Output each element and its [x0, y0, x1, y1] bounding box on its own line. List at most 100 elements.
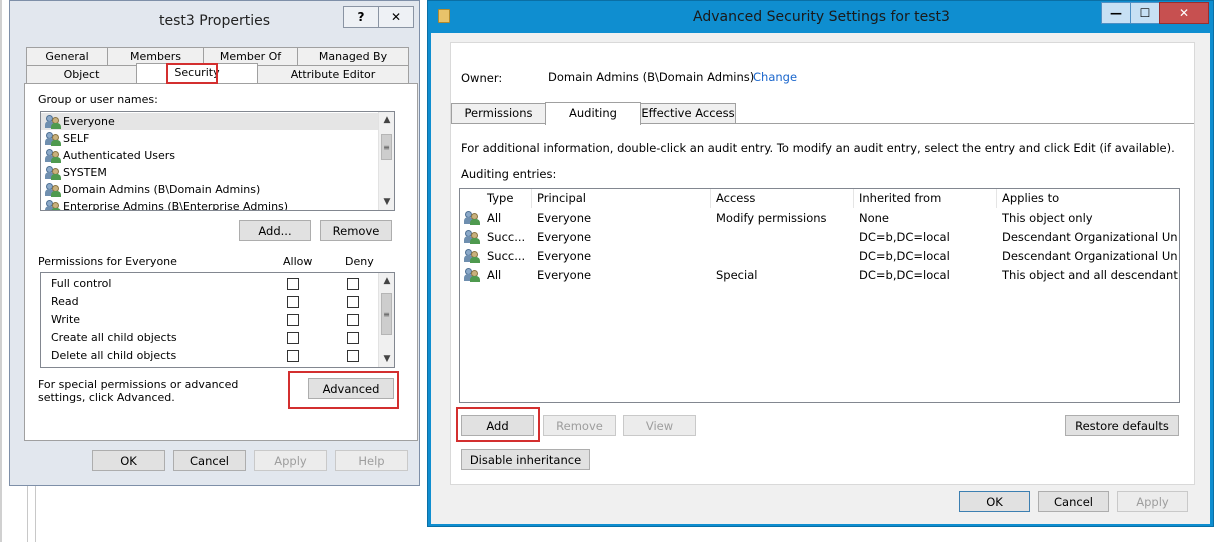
- cell-applies: Descendant Organizational Un...: [1002, 249, 1178, 263]
- permission-name: Write: [51, 313, 81, 326]
- cell-inherited: DC=b,DC=local: [859, 230, 950, 244]
- chevron-up-icon[interactable]: ▲: [379, 273, 394, 289]
- users-icon: [45, 166, 61, 180]
- cell-type: All: [487, 268, 502, 282]
- allow-checkbox[interactable]: [287, 350, 299, 362]
- allow-checkbox[interactable]: [287, 314, 299, 326]
- list-item[interactable]: Everyone: [41, 113, 378, 130]
- scrollbar[interactable]: ▲ ≡ ▼: [378, 112, 394, 210]
- apply-button[interactable]: Apply: [1117, 491, 1188, 512]
- cell-applies: This object only: [1002, 211, 1093, 225]
- tab-auditing[interactable]: Auditing: [545, 102, 641, 125]
- users-icon: [45, 200, 61, 210]
- deny-checkbox[interactable]: [347, 314, 359, 326]
- help-bottom-button[interactable]: Help: [335, 450, 408, 471]
- restore-defaults-button[interactable]: Restore defaults: [1065, 415, 1179, 436]
- scroll-thumb[interactable]: ≡: [381, 293, 392, 335]
- change-owner-link[interactable]: Change: [753, 70, 797, 84]
- special-permissions-text: For special permissions or advanced sett…: [38, 378, 239, 404]
- remove-user-button[interactable]: Remove: [320, 220, 392, 241]
- tab-general[interactable]: General: [26, 47, 108, 65]
- help-button[interactable]: ?: [343, 6, 379, 28]
- allow-checkbox[interactable]: [287, 278, 299, 290]
- column-header[interactable]: Principal: [532, 189, 711, 208]
- users-icon: [45, 183, 61, 197]
- cell-type: All: [487, 211, 502, 225]
- tab-object[interactable]: Object: [26, 65, 137, 83]
- apply-button[interactable]: Apply: [254, 450, 327, 471]
- scroll-thumb[interactable]: ≡: [381, 134, 392, 160]
- chevron-down-icon[interactable]: ▼: [379, 351, 394, 367]
- list-item[interactable]: Authenticated Users: [41, 147, 378, 164]
- owner-value: Domain Admins (B\Domain Admins): [548, 70, 755, 84]
- deny-checkbox[interactable]: [347, 350, 359, 362]
- cell-principal: Everyone: [537, 211, 592, 225]
- maximize-button[interactable]: ☐: [1130, 2, 1160, 24]
- view-button[interactable]: View: [623, 415, 696, 436]
- cell-access: Modify permissions: [716, 211, 827, 225]
- table-row[interactable]: All Everyone Modify permissions None Thi…: [460, 209, 1179, 228]
- desktop-line: [27, 486, 28, 542]
- add-user-button[interactable]: Add...: [239, 220, 311, 241]
- cancel-button[interactable]: Cancel: [173, 450, 246, 471]
- users-icon: [464, 230, 480, 244]
- deny-checkbox[interactable]: [347, 332, 359, 344]
- desktop-line: [0, 0, 2, 542]
- entries-label: Auditing entries:: [461, 167, 557, 181]
- minimize-button[interactable]: —: [1101, 2, 1131, 24]
- list-item[interactable]: Domain Admins (B\Domain Admins): [41, 181, 378, 198]
- allow-checkbox[interactable]: [287, 296, 299, 308]
- column-header[interactable]: Access: [711, 189, 854, 208]
- deny-checkbox[interactable]: [347, 278, 359, 290]
- tab-effective-access[interactable]: Effective Access: [640, 103, 736, 123]
- list-item[interactable]: Enterprise Admins (B\Enterprise Admins): [41, 198, 378, 210]
- tab-attribute-editor[interactable]: Attribute Editor: [257, 65, 409, 83]
- cancel-button[interactable]: Cancel: [1038, 491, 1109, 512]
- user-name: Everyone: [63, 115, 115, 128]
- list-item[interactable]: SELF: [41, 130, 378, 147]
- table-row[interactable]: Succ... Everyone DC=b,DC=local Descendan…: [460, 228, 1179, 247]
- owner-label: Owner:: [461, 71, 503, 85]
- cell-principal: Everyone: [537, 268, 592, 282]
- user-list[interactable]: Everyone SELF Authenticated Users SYSTEM…: [40, 111, 395, 211]
- close-icon[interactable]: ✕: [378, 6, 414, 28]
- column-header[interactable]: Inherited from: [854, 189, 997, 208]
- auditing-entries-grid[interactable]: Type Principal Access Inherited from App…: [459, 188, 1180, 403]
- content-panel: Owner: Domain Admins (B\Domain Admins) C…: [450, 42, 1195, 485]
- users-icon: [464, 268, 480, 282]
- dialog-title: Advanced Security Settings for test3: [693, 9, 950, 25]
- close-icon[interactable]: ✕: [1159, 2, 1209, 24]
- permission-name: Full control: [51, 277, 112, 290]
- users-icon: [45, 132, 61, 146]
- column-header[interactable]: Type: [482, 189, 532, 208]
- chevron-up-icon[interactable]: ▲: [379, 112, 394, 128]
- column-header[interactable]: Applies to: [997, 189, 1179, 208]
- list-item[interactable]: SYSTEM: [41, 164, 378, 181]
- deny-checkbox[interactable]: [347, 296, 359, 308]
- chevron-down-icon[interactable]: ▼: [379, 194, 394, 210]
- cell-principal: Everyone: [537, 249, 592, 263]
- tab-managed-by[interactable]: Managed By: [297, 47, 409, 65]
- dialog-body: Owner: Domain Admins (B\Domain Admins) C…: [431, 33, 1210, 524]
- ok-button[interactable]: OK: [92, 450, 165, 471]
- disable-inheritance-button[interactable]: Disable inheritance: [461, 449, 590, 470]
- cell-inherited: DC=b,DC=local: [859, 268, 950, 282]
- users-icon: [464, 211, 480, 225]
- permission-name: Read: [51, 295, 79, 308]
- scrollbar[interactable]: ▲ ≡ ▼: [378, 273, 394, 367]
- properties-dialog: test3 Properties ? ✕ General Members Mem…: [9, 0, 420, 486]
- permission-list[interactable]: Full control Read Write Create all child…: [40, 272, 395, 368]
- cell-type: Succ...: [487, 230, 526, 244]
- table-row[interactable]: All Everyone Special DC=b,DC=local This …: [460, 266, 1179, 285]
- ok-button[interactable]: OK: [959, 491, 1030, 512]
- table-row[interactable]: Succ... Everyone DC=b,DC=local Descendan…: [460, 247, 1179, 266]
- users-icon: [45, 115, 61, 129]
- tab-permissions[interactable]: Permissions: [451, 103, 546, 123]
- add-highlight: [456, 407, 540, 442]
- remove-button[interactable]: Remove: [543, 415, 616, 436]
- allow-checkbox[interactable]: [287, 332, 299, 344]
- cell-applies: Descendant Organizational Un...: [1002, 230, 1178, 244]
- deny-label: Deny: [345, 255, 374, 268]
- cell-principal: Everyone: [537, 230, 592, 244]
- security-tab-highlight: [166, 63, 218, 84]
